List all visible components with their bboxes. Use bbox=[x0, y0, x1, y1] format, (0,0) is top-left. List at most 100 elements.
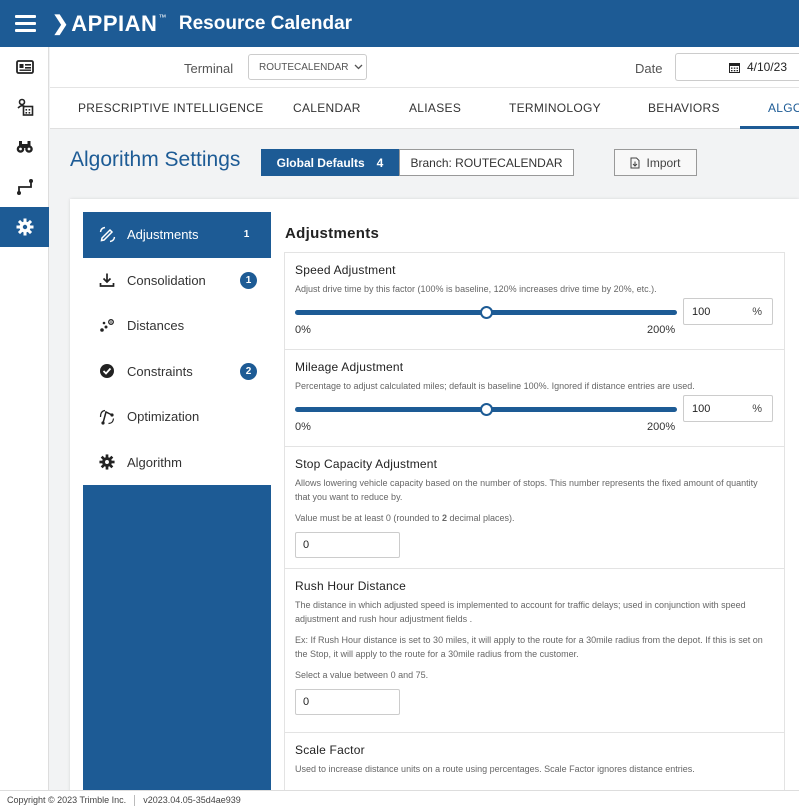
category-algorithm[interactable]: Algorithm bbox=[83, 439, 271, 485]
nav-calendar-settings[interactable] bbox=[0, 87, 49, 127]
category-distances[interactable]: Distances bbox=[83, 303, 271, 349]
page-title: Algorithm Settings bbox=[70, 148, 241, 171]
tab-aliases[interactable]: ALIASES bbox=[409, 101, 461, 115]
rush-hour-example: Ex: If Rush Hour distance is set to 30 m… bbox=[295, 635, 763, 659]
category-constraints[interactable]: Constraints 2 bbox=[83, 348, 271, 394]
stop-capacity-input[interactable]: 0 bbox=[295, 532, 400, 558]
category-label: Adjustments bbox=[127, 227, 199, 243]
filter-bar: Terminal ROUTECALENDAR Date 4/10/23 bbox=[50, 47, 799, 88]
mileage-slider-max: 200% bbox=[647, 421, 676, 433]
rush-hour-hint: Select a value between 0 and 75. bbox=[295, 670, 429, 680]
calendar-icon bbox=[728, 62, 740, 73]
mileage-slider-min: 0% bbox=[295, 421, 311, 433]
tab-algorithm[interactable]: ALGO bbox=[768, 101, 799, 115]
scatter-points-icon bbox=[98, 317, 116, 335]
nav-settings[interactable] bbox=[0, 207, 49, 247]
mileage-adjustment-title: Mileage Adjustment bbox=[295, 360, 404, 374]
settings-sections: Speed Adjustment Adjust drive time by th… bbox=[284, 252, 785, 790]
file-import-icon bbox=[630, 157, 640, 168]
stop-capacity-title: Stop Capacity Adjustment bbox=[295, 457, 438, 471]
gear-icon bbox=[98, 453, 116, 471]
rush-hour-input[interactable]: 0 bbox=[295, 689, 400, 715]
terminal-dropdown[interactable]: ROUTECALENDAR bbox=[248, 54, 367, 80]
check-circle-icon bbox=[98, 362, 116, 380]
speed-slider-row: 0% 200% 100 % bbox=[295, 298, 774, 342]
speed-value: 100 bbox=[692, 305, 711, 318]
import-button[interactable]: Import bbox=[614, 149, 697, 176]
app-title: Resource Calendar bbox=[178, 12, 353, 34]
date-label: Date bbox=[635, 61, 663, 76]
stop-capacity-description: Allows lowering vehicle capacity based o… bbox=[295, 478, 758, 502]
mileage-value: 100 bbox=[692, 402, 711, 415]
scale-factor-section: Scale Factor Used to increase distance u… bbox=[285, 733, 784, 790]
category-badge: 2 bbox=[240, 362, 257, 380]
scale-factor-description: Used to increase distance units on a rou… bbox=[295, 764, 695, 774]
tab-terminology[interactable]: TERMINOLOGY bbox=[509, 101, 601, 115]
import-label: Import bbox=[646, 155, 681, 170]
date-value: 4/10/23 bbox=[746, 60, 787, 74]
category-label: Distances bbox=[127, 318, 185, 334]
global-defaults-count: 4 bbox=[376, 155, 384, 170]
pen-arrows-icon bbox=[98, 226, 116, 244]
category-label: Constraints bbox=[127, 363, 193, 379]
speed-slider-min: 0% bbox=[295, 324, 311, 336]
global-defaults-button[interactable]: Global Defaults 4 bbox=[261, 149, 399, 176]
logo-chevron-icon: ❯ bbox=[52, 13, 70, 35]
speed-percent-input[interactable]: 100 % bbox=[683, 298, 773, 325]
adjustments-panel: Adjustments Speed Adjustment Adjust driv… bbox=[284, 212, 785, 790]
category-consolidation[interactable]: Consolidation 1 bbox=[83, 257, 271, 303]
category-label: Consolidation bbox=[127, 272, 206, 288]
chevron-down-icon bbox=[355, 64, 363, 70]
tab-bar: PRESCRIPTIVE INTELLIGENCE CALENDAR ALIAS… bbox=[50, 88, 799, 129]
category-label: Algorithm bbox=[127, 454, 182, 470]
mileage-adjustment-section: Mileage Adjustment Percentage to adjust … bbox=[285, 350, 784, 447]
date-picker[interactable]: 4/10/23 bbox=[675, 53, 799, 81]
speed-adjustment-description: Adjust drive time by this factor (100% i… bbox=[295, 284, 657, 294]
rush-hour-section: Rush Hour Distance The distance in which… bbox=[285, 569, 784, 733]
side-navigation bbox=[0, 47, 49, 790]
mileage-slider-row: 0% 200% 100 % bbox=[295, 395, 774, 439]
settings-card: Adjustments 1 Consolidation 1 Distances bbox=[70, 199, 799, 790]
footer-divider bbox=[134, 794, 136, 806]
download-icon bbox=[98, 271, 116, 289]
category-adjustments[interactable]: Adjustments 1 bbox=[83, 212, 271, 258]
scale-factor-title: Scale Factor bbox=[295, 743, 365, 757]
mileage-slider-thumb[interactable] bbox=[480, 403, 493, 416]
category-badge: 1 bbox=[243, 229, 250, 241]
footer: Copyright © 2023 Trimble Inc. v2023.04.0… bbox=[0, 790, 799, 809]
menu-icon[interactable] bbox=[0, 0, 50, 47]
nav-route[interactable] bbox=[0, 167, 49, 207]
gear-icon bbox=[16, 218, 33, 236]
speed-slider-max: 200% bbox=[647, 324, 676, 336]
active-tab-indicator bbox=[740, 126, 799, 129]
nav-binoculars[interactable] bbox=[0, 127, 49, 167]
speed-adjustment-title: Speed Adjustment bbox=[295, 263, 396, 277]
global-defaults-label: Global Defaults bbox=[276, 155, 365, 170]
panel-title: Adjustments bbox=[285, 225, 380, 242]
rush-hour-title: Rush Hour Distance bbox=[295, 579, 406, 593]
category-optimization[interactable]: Optimization bbox=[83, 394, 271, 440]
tab-prescriptive-intelligence[interactable]: PRESCRIPTIVE INTELLIGENCE bbox=[78, 101, 264, 115]
appian-logo: ❯ APPIAN ™ bbox=[52, 10, 167, 36]
mileage-percent-input[interactable]: 100 % bbox=[683, 395, 773, 422]
tab-calendar[interactable]: CALENDAR bbox=[293, 101, 361, 115]
nav-id-card[interactable] bbox=[0, 47, 49, 87]
speed-slider-thumb[interactable] bbox=[480, 306, 493, 319]
main-area: Terminal ROUTECALENDAR Date 4/10/23 PRES… bbox=[50, 47, 799, 790]
tab-behaviors[interactable]: BEHAVIORS bbox=[648, 101, 720, 115]
id-card-icon bbox=[15, 60, 34, 74]
settings-category-nav: Adjustments 1 Consolidation 1 Distances bbox=[83, 212, 271, 790]
copyright-text: Copyright © 2023 Trimble Inc. bbox=[7, 795, 127, 805]
terminal-value: ROUTECALENDAR bbox=[259, 61, 349, 73]
terminal-label: Terminal bbox=[184, 61, 234, 76]
optimize-route-icon bbox=[98, 408, 116, 426]
branch-button[interactable]: Branch: ROUTECALENDAR bbox=[399, 149, 574, 176]
mileage-unit: % bbox=[752, 403, 762, 415]
app-header: ❯ APPIAN ™ Resource Calendar bbox=[0, 0, 799, 47]
mileage-adjustment-description: Percentage to adjust calculated miles; d… bbox=[295, 381, 695, 391]
speed-adjustment-section: Speed Adjustment Adjust drive time by th… bbox=[285, 253, 784, 350]
rush-hour-description: The distance in which adjusted speed is … bbox=[295, 600, 746, 624]
speed-unit: % bbox=[752, 306, 762, 318]
binoculars-icon bbox=[16, 141, 33, 153]
stop-capacity-section: Stop Capacity Adjustment Allows lowering… bbox=[285, 447, 784, 569]
